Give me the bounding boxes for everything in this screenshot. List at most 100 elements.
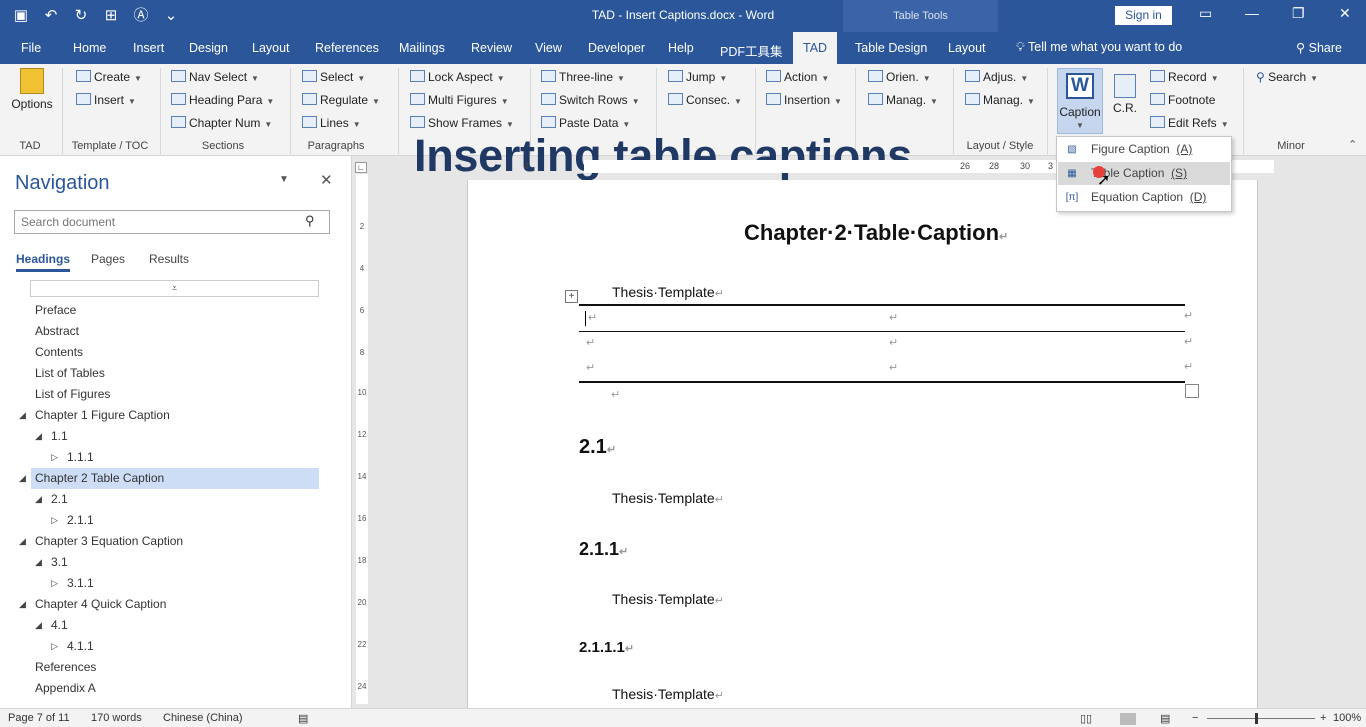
insert-button[interactable]: Insert ▼	[76, 93, 136, 107]
print-layout-icon[interactable]	[1120, 713, 1136, 725]
language-status[interactable]: Chinese (China)	[163, 712, 242, 724]
tab-pages[interactable]: Pages	[91, 252, 125, 266]
tab-table-design[interactable]: Table Design	[855, 41, 927, 55]
chapter-num-button[interactable]: Chapter Num ▼	[171, 116, 272, 130]
cr-button[interactable]: C.R.	[1112, 74, 1138, 115]
collapsed-triangle-icon[interactable]: ▷	[51, 447, 58, 468]
tab-help[interactable]: Help	[668, 41, 694, 55]
manag-bookmark-button[interactable]: Manag. ▼	[868, 93, 938, 107]
adjus-button[interactable]: Adjus. ▼	[965, 70, 1028, 84]
collapse-all-bar[interactable]: ⩡	[30, 280, 319, 297]
table-cell[interactable]: ↵	[588, 311, 597, 324]
zoom-slider[interactable]	[1207, 718, 1315, 719]
nav-select-button[interactable]: Nav Select ▼	[171, 70, 259, 84]
tree-item-contents[interactable]: Contents	[35, 342, 83, 363]
tab-results[interactable]: Results	[149, 252, 189, 266]
action-button[interactable]: Action ▼	[766, 70, 829, 84]
tree-item-1-1[interactable]: ◢ 1.1	[35, 426, 68, 447]
zoom-out-icon[interactable]: −	[1192, 712, 1198, 724]
select-button[interactable]: Select ▼	[302, 70, 365, 84]
web-layout-icon[interactable]: ▤	[1160, 712, 1170, 725]
consec-button[interactable]: Consec. ▼	[668, 93, 742, 107]
tree-item-preface[interactable]: Preface	[35, 300, 76, 321]
tree-item-list-of-figures[interactable]: List of Figures	[35, 384, 110, 405]
lock-aspect-button[interactable]: Lock Aspect ▼	[410, 70, 505, 84]
restore-icon[interactable]: ❐	[1292, 5, 1305, 22]
tab-selector-icon[interactable]: ∟	[355, 162, 367, 173]
table-cell[interactable]: ↵	[889, 311, 898, 324]
multi-figures-button[interactable]: Multi Figures ▼	[410, 93, 509, 107]
zoom-in-icon[interactable]: +	[1320, 712, 1326, 724]
tab-references[interactable]: References	[315, 41, 379, 55]
page-count[interactable]: Page 7 of 11	[8, 712, 70, 724]
body-text[interactable]: Thesis·Template↵	[612, 490, 724, 506]
track-changes-icon[interactable]: ▤	[298, 712, 308, 725]
expanded-triangle-icon[interactable]: ◢	[19, 468, 26, 489]
tab-layout[interactable]: Layout	[252, 41, 290, 55]
expanded-triangle-icon[interactable]: ◢	[35, 489, 42, 510]
tree-item-chapter-4[interactable]: ◢ Chapter 4 Quick Caption	[19, 594, 166, 615]
table-move-handle-icon[interactable]: +	[565, 290, 578, 303]
create-button[interactable]: Create ▼	[76, 70, 142, 84]
caption-button[interactable]: W Caption ▼	[1057, 68, 1103, 134]
search-document-field[interactable]: ⚲	[14, 210, 330, 234]
tree-item-abstract[interactable]: Abstract	[35, 321, 79, 342]
options-button[interactable]: Options	[10, 68, 54, 111]
three-line-button[interactable]: Three-line ▼	[541, 70, 625, 84]
switch-rows-button[interactable]: Switch Rows ▼	[541, 93, 640, 107]
body-text[interactable]: Thesis·Template↵	[612, 591, 724, 607]
heading-2-1-1-1[interactable]: 2.1.1.1↵	[579, 639, 634, 656]
tree-item-3-1-1[interactable]: ▷ 3.1.1	[51, 573, 94, 594]
expanded-triangle-icon[interactable]: ◢	[35, 552, 42, 573]
document-page[interactable]: Chapter·2·Table·Caption↵ + Thesis·Templa…	[467, 180, 1258, 708]
table-title[interactable]: Thesis·Template↵	[612, 284, 724, 300]
tab-developer[interactable]: Developer	[588, 41, 645, 55]
tab-review[interactable]: Review	[471, 41, 512, 55]
tree-item-4-1[interactable]: ◢ 4.1	[35, 615, 68, 636]
close-icon[interactable]: ✕	[1339, 5, 1351, 22]
record-button[interactable]: Record ▼	[1150, 70, 1219, 84]
tab-design[interactable]: Design	[189, 41, 228, 55]
close-pane-icon[interactable]: ✕	[320, 171, 333, 189]
zoom-level[interactable]: 100%	[1333, 712, 1361, 724]
tree-item-references[interactable]: References	[35, 657, 96, 678]
menu-item-table-caption[interactable]: ▦ Table Caption (S)	[1058, 162, 1230, 185]
tab-view[interactable]: View	[535, 41, 562, 55]
lines-button[interactable]: Lines ▼	[302, 116, 361, 130]
tree-item-1-1-1[interactable]: ▷ 1.1.1	[51, 447, 94, 468]
heading-2-1[interactable]: 2.1↵	[579, 436, 616, 459]
ribbon-display-icon[interactable]: ▭	[1199, 5, 1212, 22]
tree-item-2-1-1[interactable]: ▷ 2.1.1	[51, 510, 94, 531]
paste-data-button[interactable]: Paste Data ▼	[541, 116, 630, 130]
chapter-heading[interactable]: Chapter·2·Table·Caption↵	[744, 220, 1008, 246]
expanded-triangle-icon[interactable]: ◢	[19, 594, 26, 615]
zoom-slider-thumb[interactable]	[1255, 713, 1258, 724]
table-resize-handle-icon[interactable]	[1185, 384, 1199, 398]
share-button[interactable]: ⚲ Share	[1296, 40, 1342, 55]
tree-item-chapter-2[interactable]: ◢ Chapter 2 Table Caption	[19, 468, 319, 489]
pane-options-icon[interactable]: ▼	[279, 174, 289, 185]
tab-table-layout[interactable]: Layout	[948, 41, 986, 55]
tree-item-chapter-3[interactable]: ◢ Chapter 3 Equation Caption	[19, 531, 183, 552]
search-document-input[interactable]	[15, 211, 285, 233]
search-icon[interactable]: ⚲	[305, 213, 315, 229]
tree-item-list-of-tables[interactable]: List of Tables	[35, 363, 105, 384]
show-frames-button[interactable]: Show Frames ▼	[410, 116, 514, 130]
tree-item-appendix-a[interactable]: Appendix A	[35, 678, 96, 699]
edit-refs-button[interactable]: Edit Refs ▼	[1150, 116, 1229, 130]
tab-home[interactable]: Home	[73, 41, 106, 55]
menu-item-equation-caption[interactable]: [π] Equation Caption (D)	[1058, 186, 1230, 209]
manag-style-button[interactable]: Manag. ▼	[965, 93, 1035, 107]
tab-insert[interactable]: Insert	[133, 41, 164, 55]
table-cell[interactable]: ↵	[586, 336, 595, 349]
tab-pdf-tools[interactable]: PDF工具集	[720, 41, 783, 60]
expanded-triangle-icon[interactable]: ◢	[19, 531, 26, 552]
jump-button[interactable]: Jump ▼	[668, 70, 727, 84]
table-cell[interactable]: ↵	[889, 361, 898, 374]
expanded-triangle-icon[interactable]: ◢	[19, 405, 26, 426]
tab-file[interactable]: File	[21, 41, 41, 55]
tree-item-2-1[interactable]: ◢ 2.1	[35, 489, 68, 510]
expanded-triangle-icon[interactable]: ◢	[35, 426, 42, 447]
body-text[interactable]: Thesis·Template↵	[612, 686, 724, 702]
tree-item-4-1-1[interactable]: ▷ 4.1.1	[51, 636, 94, 657]
